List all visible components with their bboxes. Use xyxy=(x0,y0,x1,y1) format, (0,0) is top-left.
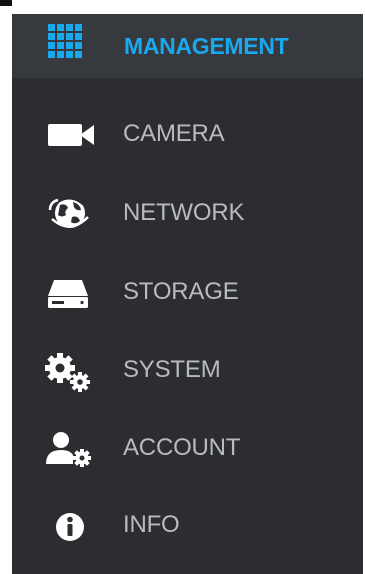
menu-item-info[interactable]: INFO xyxy=(12,495,363,555)
menu-item-label: INFO xyxy=(123,511,180,538)
menu-item-system[interactable]: SYSTEM xyxy=(12,340,363,400)
camera-icon xyxy=(40,114,96,154)
account-settings-icon xyxy=(40,428,96,468)
info-icon xyxy=(40,505,96,545)
menu-item-label: NETWORK xyxy=(123,199,245,226)
menu-item-label: CAMERA xyxy=(123,120,225,147)
menu-item-label: ACCOUNT xyxy=(123,434,241,461)
gears-icon xyxy=(40,350,96,392)
storage-drive-icon xyxy=(40,272,96,312)
menu-item-account[interactable]: ACCOUNT xyxy=(12,418,363,478)
menu-item-network[interactable]: NETWORK xyxy=(12,183,363,243)
menu-item-label: STORAGE xyxy=(123,278,239,305)
menu-item-label: SYSTEM xyxy=(123,356,221,383)
network-globe-icon xyxy=(40,193,96,233)
menu-header-management[interactable]: MANAGEMENT xyxy=(12,14,363,78)
menu-item-storage[interactable]: STORAGE xyxy=(12,262,363,322)
management-menu: MANAGEMENT CAMERA NETWORK STORAGE SYSTEM… xyxy=(12,14,363,574)
edge-artifact xyxy=(0,0,12,6)
menu-item-camera[interactable]: CAMERA xyxy=(12,104,363,164)
grid-icon xyxy=(48,24,82,58)
menu-header-label: MANAGEMENT xyxy=(124,33,289,59)
